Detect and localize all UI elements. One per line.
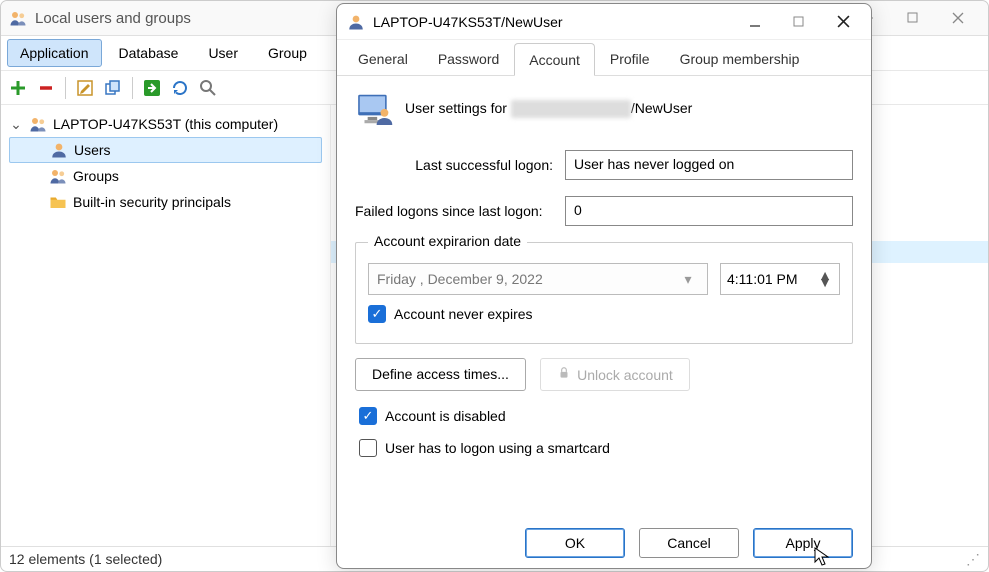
menu-group[interactable]: Group: [255, 39, 320, 67]
expiration-time-field[interactable]: 4:11:01 PM ▲▼: [720, 263, 840, 295]
app-icon: [9, 9, 27, 27]
dialog-close-button[interactable]: [825, 9, 861, 35]
tree-users-label: Users: [74, 142, 111, 158]
dialog-footer: OK Cancel Apply: [525, 528, 853, 558]
checkmark-icon: ✓: [359, 407, 377, 425]
parent-maximize-button[interactable]: [890, 3, 935, 33]
tab-group-membership[interactable]: Group membership: [665, 42, 815, 75]
tab-profile[interactable]: Profile: [595, 42, 665, 75]
tree-builtin-label: Built-in security principals: [73, 194, 231, 210]
dialog-title: LAPTOP-U47KS53T/NewUser: [373, 14, 737, 30]
ok-button[interactable]: OK: [525, 528, 625, 558]
account-disabled-label: Account is disabled: [385, 408, 506, 424]
search-button[interactable]: [197, 77, 219, 99]
checkmark-icon: ✓: [368, 305, 386, 323]
refresh-button[interactable]: [169, 77, 191, 99]
tree-root-label: LAPTOP-U47KS53T (this computer): [53, 116, 278, 132]
groups-icon: [49, 167, 67, 185]
unlock-account-button: Unlock account: [540, 358, 690, 391]
expiration-fieldset: Account expirarion date Friday , Decembe…: [355, 242, 853, 344]
toolbar-separator: [65, 77, 66, 99]
tree-item-builtin[interactable]: Built-in security principals: [9, 189, 322, 215]
last-logon-label: Last successful logon:: [355, 157, 565, 173]
never-expires-checkbox[interactable]: ✓ Account never expires: [368, 305, 840, 323]
clone-button[interactable]: [102, 77, 124, 99]
user-settings-prefix: User settings for: [405, 100, 511, 116]
dialog-maximize-button[interactable]: [781, 9, 817, 35]
tree-item-groups[interactable]: Groups: [9, 163, 322, 189]
lock-icon: [557, 367, 571, 383]
tree-panel: ⌄ LAPTOP-U47KS53T (this computer) Users …: [1, 105, 331, 546]
user-properties-dialog: LAPTOP-U47KS53T/NewUser General Password…: [336, 3, 872, 569]
status-text: 12 elements (1 selected): [9, 551, 162, 567]
tab-general[interactable]: General: [343, 42, 423, 75]
smartcard-label: User has to logon using a smartcard: [385, 440, 610, 456]
cancel-button[interactable]: Cancel: [639, 528, 739, 558]
monitor-user-icon: [355, 90, 393, 128]
redacted-path: [511, 100, 631, 118]
expiration-date-value: Friday , December 9, 2022: [377, 271, 677, 287]
tab-password[interactable]: Password: [423, 42, 514, 75]
tree-root[interactable]: ⌄ LAPTOP-U47KS53T (this computer): [9, 111, 322, 137]
failed-logons-label: Failed logons since last logon:: [355, 203, 565, 219]
dialog-titlebar: LAPTOP-U47KS53T/NewUser: [337, 4, 871, 40]
define-access-times-button[interactable]: Define access times...: [355, 358, 526, 391]
expiration-time-value: 4:11:01 PM: [727, 271, 798, 287]
remove-button[interactable]: [35, 77, 57, 99]
user-icon: [347, 13, 365, 31]
menu-application[interactable]: Application: [7, 39, 102, 67]
never-expires-label: Account never expires: [394, 306, 533, 322]
time-spinner[interactable]: ▲▼: [817, 272, 833, 286]
expiration-legend: Account expirarion date: [368, 233, 527, 249]
tab-account[interactable]: Account: [514, 43, 595, 76]
smartcard-checkbox[interactable]: User has to logon using a smartcard: [359, 439, 853, 457]
unlock-label: Unlock account: [577, 367, 673, 383]
apply-button[interactable]: Apply: [753, 528, 853, 558]
user-settings-suffix: /NewUser: [631, 100, 692, 116]
dialog-tabs: General Password Account Profile Group m…: [337, 40, 871, 76]
add-button[interactable]: [7, 77, 29, 99]
tree-groups-label: Groups: [73, 168, 119, 184]
user-settings-heading: User settings for /NewUser: [405, 100, 692, 118]
menu-user[interactable]: User: [195, 39, 251, 67]
computer-users-icon: [29, 115, 47, 133]
tree-item-users[interactable]: Users: [9, 137, 322, 163]
menu-database[interactable]: Database: [106, 39, 192, 67]
checkbox-empty-icon: [359, 439, 377, 457]
account-disabled-checkbox[interactable]: ✓ Account is disabled: [359, 407, 853, 425]
dialog-body: User settings for /NewUser Last successf…: [337, 76, 871, 457]
expiration-date-picker[interactable]: Friday , December 9, 2022 ▾: [368, 263, 708, 295]
user-icon: [50, 141, 68, 159]
resize-grip-icon[interactable]: ⋰: [966, 551, 980, 568]
chevron-down-icon[interactable]: ⌄: [9, 116, 23, 133]
go-button[interactable]: [141, 77, 163, 99]
parent-close-button[interactable]: [935, 3, 980, 33]
failed-logons-field[interactable]: 0: [565, 196, 853, 226]
edit-button[interactable]: [74, 77, 96, 99]
last-logon-field[interactable]: User has never logged on: [565, 150, 853, 180]
dialog-minimize-button[interactable]: [737, 9, 773, 35]
folder-icon: [49, 193, 67, 211]
calendar-dropdown-icon[interactable]: ▾: [677, 271, 699, 288]
toolbar-separator: [132, 77, 133, 99]
